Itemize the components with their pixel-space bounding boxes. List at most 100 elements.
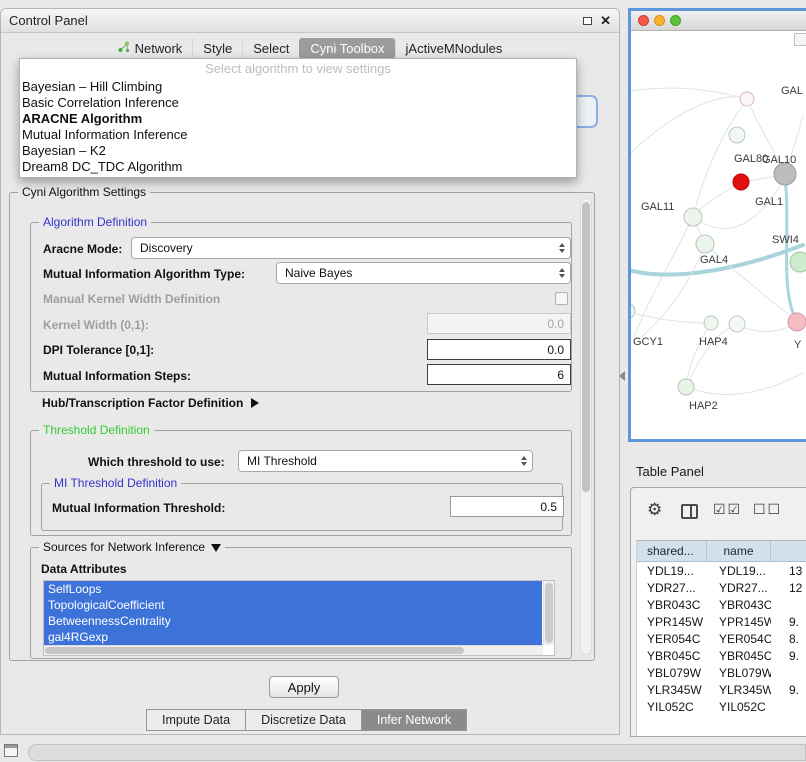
gear-icon[interactable]: ⚙: [647, 500, 662, 520]
table-row[interactable]: YBR045C YBR045C 9.: [637, 647, 806, 664]
which-threshold-value: MI Threshold: [247, 454, 317, 468]
network-graph[interactable]: GAL80GAL10GAL11GAL1SWI4GAL4GCY1HAP4HAP2G…: [631, 31, 806, 439]
graph-node[interactable]: [729, 127, 745, 143]
table-row[interactable]: YER054C YER054C 8.: [637, 630, 806, 647]
settings-scrollbar[interactable]: [580, 198, 592, 655]
deselect-all-checkboxes-icon[interactable]: ☐☐: [753, 501, 782, 518]
graph-node[interactable]: [704, 316, 718, 330]
attribute-item-selected[interactable]: gal4RGexp: [44, 629, 542, 645]
graph-node[interactable]: [774, 163, 796, 185]
network-canvas[interactable]: GAL80GAL10GAL11GAL1SWI4GAL4GCY1HAP4HAP2G…: [631, 31, 806, 439]
table-row[interactable]: YDR27... YDR27... 12: [637, 579, 806, 596]
graph-edge[interactable]: [631, 88, 747, 99]
aracne-mode-select[interactable]: Discovery: [131, 237, 571, 259]
kernel-width-input[interactable]: 0.0: [427, 313, 571, 334]
attribute-item-selected[interactable]: SelfLoops: [44, 581, 542, 597]
graph-node[interactable]: [729, 316, 745, 332]
mi-type-select[interactable]: Naive Bayes: [276, 262, 571, 284]
attributes-vscrollbar-thumb[interactable]: [545, 583, 553, 643]
column-header-name[interactable]: name: [707, 541, 771, 561]
tab-cyni-toolbox[interactable]: Cyni Toolbox: [299, 38, 394, 59]
dpi-tolerance-label: DPI Tolerance [0,1]:: [43, 343, 154, 357]
manual-kernel-checkbox[interactable]: [555, 292, 568, 305]
panel-divider-arrow[interactable]: [619, 371, 625, 381]
table-row[interactable]: YDL19... YDL19... 13: [637, 562, 806, 579]
restore-panel-icon[interactable]: [4, 744, 18, 757]
graph-edge[interactable]: [687, 373, 803, 394]
table-toolbar: ⚙ ☑☑ ☐☐: [631, 488, 806, 540]
mi-threshold-legend: MI Threshold Definition: [50, 476, 181, 491]
tab-discretize-data[interactable]: Discretize Data: [245, 709, 362, 731]
graph-node[interactable]: [733, 174, 749, 190]
table-row[interactable]: YBL079W YBL079W: [637, 664, 806, 681]
cyni-settings-group: Cyni Algorithm Settings Algorithm Defini…: [9, 192, 595, 661]
graph-node-label: GAL10: [762, 154, 796, 166]
algorithm-option[interactable]: Bayesian – K2: [20, 143, 576, 159]
algorithm-option[interactable]: Bayesian – Hill Climbing: [20, 79, 576, 95]
graph-node-label: GAL4: [700, 254, 728, 266]
algorithm-option-selected[interactable]: ARACNE Algorithm: [20, 111, 576, 127]
close-window-icon[interactable]: ✕: [600, 9, 611, 33]
graph-node[interactable]: [631, 303, 635, 319]
select-all-checkboxes-icon[interactable]: ☑☑: [713, 501, 742, 518]
algorithm-option[interactable]: Mutual Information Inference: [20, 127, 576, 143]
data-attributes-list: SelfLoopsTopologicalCoefficientBetweenne…: [43, 580, 555, 656]
window-controls: ✕: [583, 9, 611, 33]
stepper-icon: [559, 268, 565, 278]
mi-threshold-input[interactable]: 0.5: [450, 496, 564, 517]
graph-node-label: GAL1: [755, 196, 783, 208]
tab-network[interactable]: Network: [108, 38, 193, 59]
table-row[interactable]: YLR345W YLR345W 9.: [637, 681, 806, 698]
mi-steps-input[interactable]: 6: [427, 364, 571, 385]
sources-legend: Sources for Network Inference: [43, 540, 205, 555]
mi-threshold-value: 0.5: [540, 500, 557, 514]
network-window-titlebar: [631, 11, 806, 31]
graph-node[interactable]: [790, 252, 806, 272]
table-row[interactable]: YPR145W YPR145W 9.: [637, 613, 806, 630]
attributes-vscrollbar[interactable]: [543, 581, 554, 645]
apply-button[interactable]: Apply: [269, 676, 339, 698]
graph-node[interactable]: [678, 379, 694, 395]
hub-definition-toggle[interactable]: Hub/Transcription Factor Definition: [42, 396, 259, 410]
graph-node[interactable]: [696, 235, 714, 253]
graph-node-label: GCY1: [633, 336, 663, 348]
graph-edge[interactable]: [687, 325, 737, 387]
column-browser-icon[interactable]: [681, 504, 698, 519]
graph-edge[interactable]: [694, 182, 741, 215]
table-panel-window: ⚙ ☑☑ ☐☐ shared... name YDL19... YDL19...…: [630, 487, 806, 737]
graph-node[interactable]: [740, 92, 754, 106]
algorithm-option[interactable]: Dream8 DC_TDC Algorithm: [20, 159, 576, 175]
close-traffic-light[interactable]: [638, 15, 649, 26]
tab-style[interactable]: Style: [192, 38, 242, 59]
algorithm-definition-group: Algorithm Definition Aracne Mode: Discov…: [30, 222, 572, 392]
float-window-icon[interactable]: [583, 17, 592, 25]
graph-node-label: HAP2: [689, 400, 718, 412]
sources-toggle[interactable]: Sources for Network Inference: [39, 540, 225, 555]
tab-infer-network[interactable]: Infer Network: [361, 709, 467, 731]
graph-node[interactable]: [788, 313, 806, 331]
minimize-traffic-light[interactable]: [654, 15, 665, 26]
tab-impute-data[interactable]: Impute Data: [146, 709, 246, 731]
column-header-extra[interactable]: [771, 541, 806, 561]
tab-select[interactable]: Select: [242, 38, 299, 59]
zoom-traffic-light[interactable]: [670, 15, 681, 26]
stepper-icon: [559, 243, 565, 253]
mi-threshold-label: Mutual Information Threshold:: [52, 501, 225, 515]
mi-type-value: Naive Bayes: [285, 266, 352, 280]
table-row[interactable]: YIL052C YIL052C: [637, 698, 806, 715]
tab-jactivemnodules[interactable]: jActiveMNodules: [395, 38, 513, 59]
which-threshold-select[interactable]: MI Threshold: [238, 450, 533, 472]
canvas-scrollbar-box[interactable]: [794, 33, 806, 46]
table-row[interactable]: YBR043C YBR043C: [637, 596, 806, 613]
settings-scrollbar-thumb[interactable]: [582, 202, 590, 492]
attribute-item-selected[interactable]: TopologicalCoefficient: [44, 597, 542, 613]
attributes-hscrollbar[interactable]: [44, 645, 543, 655]
column-header-shared[interactable]: shared...: [637, 541, 707, 561]
graph-edge[interactable]: [686, 323, 711, 385]
algorithm-option[interactable]: Basic Correlation Inference: [20, 95, 576, 111]
graph-node-label: GAL: [781, 85, 803, 97]
attribute-item-selected[interactable]: BetweennessCentrality: [44, 613, 542, 629]
graph-node[interactable]: [684, 208, 702, 226]
attributes-hscrollbar-thumb[interactable]: [45, 647, 464, 654]
dpi-tolerance-input[interactable]: 0.0: [427, 339, 571, 360]
